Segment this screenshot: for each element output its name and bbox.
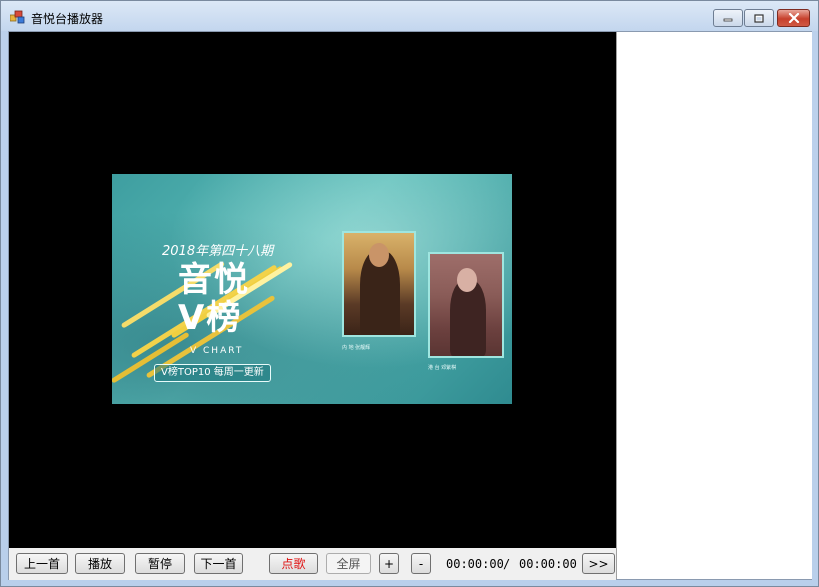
song-request-button[interactable]: 点歌	[269, 553, 318, 574]
pause-button[interactable]: 暂停	[135, 553, 185, 574]
chart-logo-line1: 音悦	[178, 260, 250, 300]
play-button[interactable]: 播放	[75, 553, 125, 574]
maximize-button[interactable]	[744, 9, 774, 27]
previous-track-button[interactable]: 上一首	[16, 553, 68, 574]
artist-caption-1: 内 地 张靓辉	[342, 345, 371, 351]
toggle-playlist-button[interactable]: >>	[582, 553, 615, 574]
artist-photo-2	[428, 252, 504, 358]
maximize-icon	[754, 13, 764, 23]
volume-down-button[interactable]: -	[411, 553, 431, 574]
video-display[interactable]: 2018年第四十八期 音悦 V榜 V CHART V榜TOP10 每周一更新 内…	[9, 32, 616, 548]
chart-banner: V榜TOP10 每周一更新	[154, 364, 271, 382]
artist-face	[369, 243, 389, 267]
playlist-panel[interactable]	[616, 32, 812, 579]
fullscreen-button[interactable]: 全屏	[326, 553, 371, 574]
chart-subtitle: V CHART	[190, 346, 244, 356]
video-thumbnail: 2018年第四十八期 音悦 V榜 V CHART V榜TOP10 每周一更新 内…	[112, 174, 512, 404]
window-title: 音悦台播放器	[31, 12, 104, 26]
chart-issue-label: 2018年第四十八期	[162, 244, 274, 259]
current-time: 00:00:00	[446, 557, 504, 571]
minimize-icon	[723, 18, 733, 22]
next-track-button[interactable]: 下一首	[194, 553, 243, 574]
chart-logo-line2: V榜	[178, 298, 243, 338]
title-bar[interactable]: 音悦台播放器	[1, 1, 818, 31]
player-window: 音悦台播放器 2018年第四十八期 音悦 V榜 V CHART V榜TOP10 …	[0, 0, 819, 587]
time-separator: /	[503, 557, 511, 571]
artist-caption-2: 港 台 邓紫棋	[428, 365, 457, 371]
app-window-icon	[9, 10, 26, 24]
control-bar: 上一首 播放 暂停 下一首 点歌 全屏 + - 00:00:00 / 00:00…	[9, 548, 616, 580]
close-button[interactable]	[777, 9, 810, 27]
artist-photo-1	[342, 231, 416, 337]
volume-up-button[interactable]: +	[379, 553, 399, 574]
total-time: 00:00:00	[519, 557, 577, 571]
artist-face	[457, 268, 477, 292]
close-icon	[788, 13, 799, 23]
content-area: 2018年第四十八期 音悦 V榜 V CHART V榜TOP10 每周一更新 内…	[8, 31, 812, 580]
minimize-button[interactable]	[713, 9, 743, 27]
